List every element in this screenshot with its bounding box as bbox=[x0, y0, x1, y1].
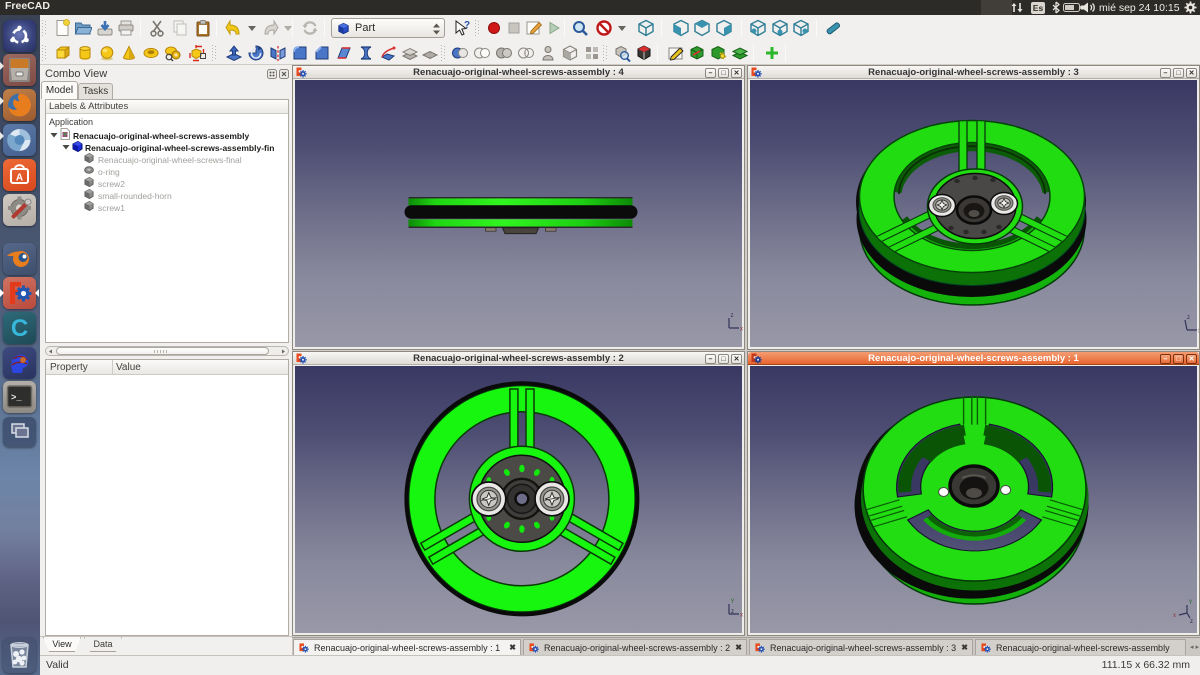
svg-text:x: x bbox=[740, 613, 743, 619]
svg-text:z: z bbox=[731, 609, 734, 615]
svg-text:?: ? bbox=[464, 20, 470, 31]
svg-text:>_: >_ bbox=[11, 393, 22, 403]
svg-text:z: z bbox=[1187, 315, 1190, 321]
svg-text:Y: Y bbox=[731, 599, 735, 605]
svg-text:A: A bbox=[16, 173, 23, 184]
svg-text:C: C bbox=[11, 315, 28, 342]
svg-text:z: z bbox=[1190, 619, 1193, 625]
svg-text:x: x bbox=[1198, 329, 1199, 335]
svg-text:z: z bbox=[731, 313, 734, 319]
svg-text:x: x bbox=[740, 327, 743, 333]
svg-text:Y: Y bbox=[1189, 600, 1193, 606]
svg-text:x: x bbox=[1173, 613, 1176, 619]
